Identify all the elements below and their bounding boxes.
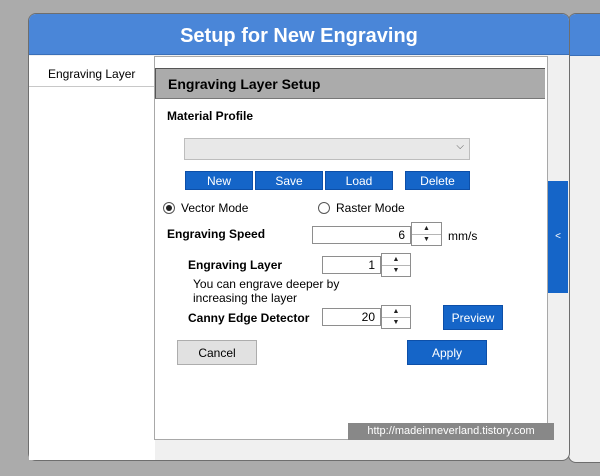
radio-selected-dot <box>166 205 172 211</box>
engraving-speed-input[interactable]: 6 <box>312 226 411 244</box>
raster-mode-label[interactable]: Raster Mode <box>336 201 405 215</box>
load-profile-button[interactable]: Load <box>325 171 393 190</box>
canny-edge-stepper[interactable]: ▲ ▼ <box>381 305 411 329</box>
canny-edge-label: Canny Edge Detector <box>188 311 310 325</box>
vector-mode-label[interactable]: Vector Mode <box>181 201 248 215</box>
raster-mode-radio[interactable] <box>318 202 330 214</box>
vector-mode-radio[interactable] <box>163 202 175 214</box>
apply-button[interactable]: Apply <box>407 340 487 365</box>
collapse-panel-button[interactable]: < <box>548 181 568 293</box>
secondary-panel-header <box>569 14 600 56</box>
tab-engraving-layer[interactable]: Engraving Layer <box>29 59 155 87</box>
save-profile-button[interactable]: Save <box>255 171 323 190</box>
sidebar <box>29 56 155 460</box>
engraving-layer-hint: You can engrave deeper by increasing the… <box>193 277 340 305</box>
engraving-layer-label: Engraving Layer <box>188 258 283 272</box>
engraving-speed-label: Engraving Speed <box>167 227 266 241</box>
engraving-speed-stepper[interactable]: ▲ ▼ <box>411 222 442 246</box>
triangle-down-icon[interactable]: ▼ <box>382 265 410 276</box>
new-profile-button[interactable]: New <box>185 171 253 190</box>
engraving-layer-stepper[interactable]: ▲ ▼ <box>381 253 411 277</box>
chevron-down-icon: ⌵ <box>456 141 464 152</box>
triangle-down-icon[interactable]: ▼ <box>382 317 410 328</box>
watermark: http://madeinneverland.tistory.com <box>348 423 554 440</box>
material-profile-select[interactable]: ⌵ <box>184 138 470 160</box>
engraving-layer-input[interactable]: 1 <box>322 256 381 274</box>
secondary-panel <box>568 13 600 463</box>
triangle-down-icon[interactable]: ▼ <box>412 234 441 245</box>
cancel-button[interactable]: Cancel <box>177 340 257 365</box>
material-profile-label: Material Profile <box>167 109 254 123</box>
preview-button[interactable]: Preview <box>443 305 503 330</box>
section-title: Engraving Layer Setup <box>155 68 545 99</box>
window-title: Setup for New Engraving <box>29 14 569 55</box>
delete-profile-button[interactable]: Delete <box>405 171 470 190</box>
speed-unit-label: mm/s <box>448 229 478 243</box>
canny-edge-input[interactable]: 20 <box>322 308 381 326</box>
